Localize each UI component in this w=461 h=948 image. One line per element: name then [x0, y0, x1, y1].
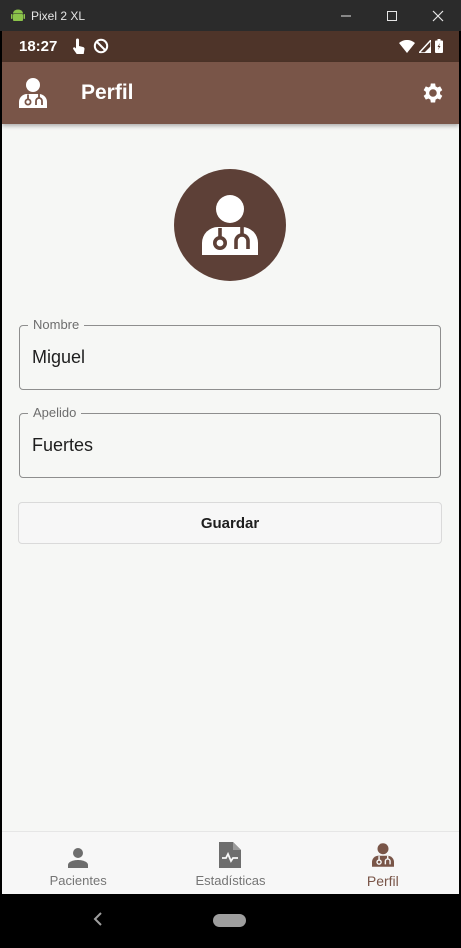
file-chart-icon [219, 842, 242, 868]
profile-avatar [174, 169, 286, 281]
minimize-button[interactable] [323, 0, 369, 31]
apellido-field[interactable]: Apelido [19, 405, 441, 478]
gear-icon[interactable] [419, 80, 445, 106]
doctor-icon [371, 843, 394, 867]
bottom-navigation: Pacientes Estadísticas Perfil [2, 831, 459, 894]
apellido-input[interactable] [32, 432, 427, 458]
minimize-icon [341, 15, 351, 16]
nombre-label: Nombre [28, 317, 85, 332]
save-button[interactable]: Guardar [18, 502, 442, 544]
wifi-icon [399, 39, 415, 53]
touch-icon [73, 38, 85, 54]
nav-item-estadisticas[interactable]: Estadísticas [154, 832, 306, 894]
nav-label-perfil: Perfil [366, 873, 399, 889]
close-icon [432, 10, 444, 21]
nombre-field[interactable]: Nombre [19, 317, 441, 390]
emulator-title-bar: Pixel 2 XL [0, 0, 461, 31]
doctor-icon [202, 195, 258, 255]
maximize-icon [387, 10, 397, 21]
back-icon[interactable] [92, 911, 104, 927]
close-window-button[interactable] [415, 0, 461, 31]
doctor-icon [19, 78, 47, 108]
nav-label-pacientes: Pacientes [49, 873, 107, 888]
window-title: Pixel 2 XL [31, 8, 86, 23]
phone-frame: 18:27 Perfil Nombre Miguel Apelido Fuert… [0, 31, 461, 948]
nav-label-estadisticas: Estadísticas [195, 873, 266, 888]
status-time: 18:27 [19, 38, 58, 55]
signal-icon [419, 39, 431, 53]
maximize-button[interactable] [369, 0, 415, 31]
battery-icon [435, 39, 443, 53]
apellido-label: Apelido [28, 405, 82, 420]
person-icon [68, 848, 89, 868]
home-button[interactable] [213, 914, 246, 927]
app-bar: Perfil [2, 62, 459, 124]
system-navigation-bar [0, 894, 461, 948]
app-screen: 18:27 Perfil Nombre Miguel Apelido Fuert… [2, 31, 459, 894]
nav-item-perfil[interactable]: Perfil [307, 832, 459, 894]
status-bar: 18:27 [2, 31, 459, 62]
data-saver-icon [94, 38, 109, 53]
nav-item-pacientes[interactable]: Pacientes [2, 832, 154, 894]
android-icon [11, 9, 25, 21]
page-title: Perfil [81, 81, 134, 104]
nombre-input[interactable] [32, 344, 427, 370]
